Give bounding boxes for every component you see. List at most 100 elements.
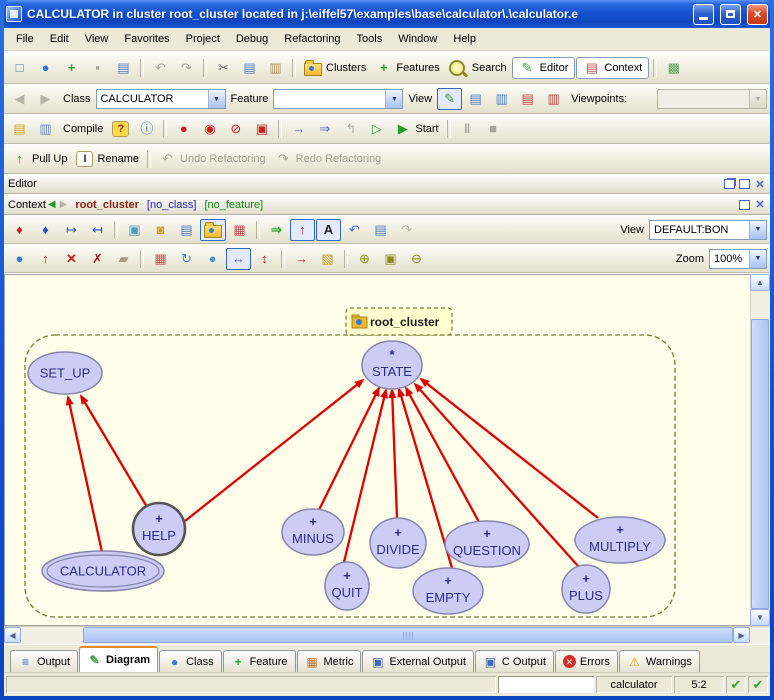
vertical-scrollbar[interactable]: ▲ ▼	[750, 274, 770, 626]
precompile-button[interactable]	[33, 118, 58, 140]
context-toggle-button[interactable]: Context	[576, 57, 649, 79]
menu-tools[interactable]: Tools	[349, 31, 391, 47]
inheritance-edge-9[interactable]	[421, 379, 598, 518]
class-combobox[interactable]: CALCULATOR▼	[96, 89, 226, 109]
diagram-node-calculator[interactable]: CALCULATOR	[42, 551, 164, 591]
context-no-class[interactable]: [no_class]	[147, 199, 197, 211]
export-png-button[interactable]	[122, 219, 147, 241]
add-project-button[interactable]	[59, 57, 84, 79]
step-over-button[interactable]	[312, 118, 337, 140]
title-bar[interactable]: CALCULATOR in cluster root_cluster locat…	[4, 0, 770, 28]
diagram-node-empty[interactable]: +EMPTY	[413, 568, 483, 614]
feature-combobox-arrow-icon[interactable]: ▼	[385, 90, 402, 108]
class-colors-button[interactable]	[227, 219, 252, 241]
class-combobox-arrow-icon[interactable]: ▼	[208, 90, 225, 108]
client-link-tool-button[interactable]	[59, 219, 84, 241]
diagram-node-plus[interactable]: +PLUS	[562, 565, 610, 613]
go-to-button[interactable]	[264, 219, 289, 241]
question-mark-button[interactable]	[108, 118, 133, 140]
undock-pane-icon[interactable]	[724, 179, 735, 189]
contract-view-button[interactable]	[515, 88, 540, 110]
feature-combobox[interactable]: ▼	[273, 89, 403, 109]
step-into-button[interactable]	[286, 118, 311, 140]
menu-project[interactable]: Project	[178, 31, 228, 47]
zoom-combobox[interactable]: 100%▼	[709, 249, 767, 269]
zoom-fit-button[interactable]	[378, 248, 403, 270]
breakpoint-remove-button[interactable]	[223, 118, 248, 140]
formatted-view-button[interactable]	[463, 88, 488, 110]
vertical-scroll-thumb[interactable]	[751, 319, 769, 609]
clusters-button[interactable]: Clusters	[300, 57, 370, 79]
uml-view-button[interactable]	[174, 219, 199, 241]
close-button[interactable]: ✕	[747, 4, 768, 25]
diagram-undo-button[interactable]	[342, 219, 367, 241]
breakpoint-disable-button[interactable]	[197, 118, 222, 140]
diagram-view-combobox[interactable]: DEFAULT:BON▼	[649, 220, 767, 240]
diagram-node-help[interactable]: +HELP	[133, 503, 185, 555]
breakpoint-tool-button[interactable]	[249, 118, 274, 140]
context-back-icon[interactable]: ◀	[48, 199, 56, 210]
rotate-button[interactable]	[174, 248, 199, 270]
save-all-button[interactable]	[111, 57, 136, 79]
menu-favorites[interactable]: Favorites	[116, 31, 177, 47]
diagram-canvas-area[interactable]: root_clusterSET_UP*STATE+HELPCALCULATOR+…	[4, 274, 750, 626]
menu-window[interactable]: Window	[390, 31, 445, 47]
flat-view-button[interactable]	[489, 88, 514, 110]
maximize-button[interactable]	[720, 4, 741, 25]
context-cluster[interactable]: root_cluster	[75, 199, 139, 211]
info-button[interactable]	[134, 118, 159, 140]
search-button[interactable]: Search	[445, 57, 511, 79]
paste-button[interactable]	[263, 57, 288, 79]
diagram-node-quit[interactable]: +QUIT	[325, 562, 369, 610]
compile-button[interactable]: Compile	[59, 120, 107, 138]
sort-links-button[interactable]	[252, 248, 277, 270]
scroll-right-icon[interactable]: ▶	[733, 627, 750, 643]
scroll-up-icon[interactable]: ▲	[750, 274, 770, 291]
diagram-view-combobox-arrow-icon[interactable]: ▼	[749, 221, 766, 239]
open-document-button[interactable]	[33, 57, 58, 79]
copy-button[interactable]	[237, 57, 262, 79]
inheritance-link-tool-button[interactable]	[85, 219, 110, 241]
zoom-combobox-arrow-icon[interactable]: ▼	[749, 250, 766, 268]
cut-button[interactable]	[211, 57, 236, 79]
breakpoint-enable-button[interactable]	[171, 118, 196, 140]
close-context-icon[interactable]: ✕	[754, 198, 766, 211]
tab-errors[interactable]: Errors	[555, 650, 618, 672]
new-document-button[interactable]	[7, 57, 32, 79]
tab-feature[interactable]: Feature	[223, 650, 296, 672]
context-no-feature[interactable]: [no_feature]	[204, 199, 263, 211]
interface-view-button[interactable]	[541, 88, 566, 110]
features-button[interactable]: Features	[371, 57, 443, 79]
force-layout-button[interactable]	[226, 248, 251, 270]
inheritance-edge-7[interactable]	[406, 388, 479, 522]
melt-button[interactable]	[661, 57, 686, 79]
scroll-down-icon[interactable]: ▼	[750, 609, 770, 626]
menu-edit[interactable]: Edit	[42, 31, 77, 47]
put-handle-button[interactable]	[290, 219, 315, 241]
diagram-node-set_up[interactable]: SET_UP	[28, 352, 102, 394]
menu-debug[interactable]: Debug	[228, 31, 276, 47]
delete-item-button[interactable]	[59, 248, 84, 270]
cluster-legend-button[interactable]	[200, 248, 225, 270]
tab-c-output[interactable]: C Output	[475, 650, 554, 672]
tab-external-output[interactable]: External Output	[362, 650, 473, 672]
maximize-pane-icon[interactable]	[739, 179, 750, 189]
maximize-context-icon[interactable]	[739, 200, 750, 210]
link-anchor-button[interactable]	[289, 248, 314, 270]
inheritance-edge-1[interactable]	[81, 396, 147, 507]
remove-anchor-button[interactable]	[85, 248, 110, 270]
menu-file[interactable]: File	[8, 31, 42, 47]
diagram-history-button[interactable]	[368, 219, 393, 241]
menu-view[interactable]: View	[77, 31, 117, 47]
diagram-node-divide[interactable]: +DIVIDE	[370, 518, 426, 568]
tab-diagram[interactable]: Diagram	[79, 646, 158, 672]
inheritance-edge-2[interactable]	[185, 380, 363, 521]
zoom-in-button[interactable]	[352, 248, 377, 270]
horizontal-scrollbar[interactable]: ◀ ▶	[4, 626, 770, 644]
close-pane-icon[interactable]: ✕	[754, 178, 766, 191]
rename-button[interactable]: Rename	[72, 148, 143, 170]
new-inheritance-button[interactable]	[33, 248, 58, 270]
minimize-button[interactable]	[693, 4, 714, 25]
run-ignore-breakpoints-button[interactable]	[364, 118, 389, 140]
scroll-left-icon[interactable]: ◀	[4, 627, 21, 643]
